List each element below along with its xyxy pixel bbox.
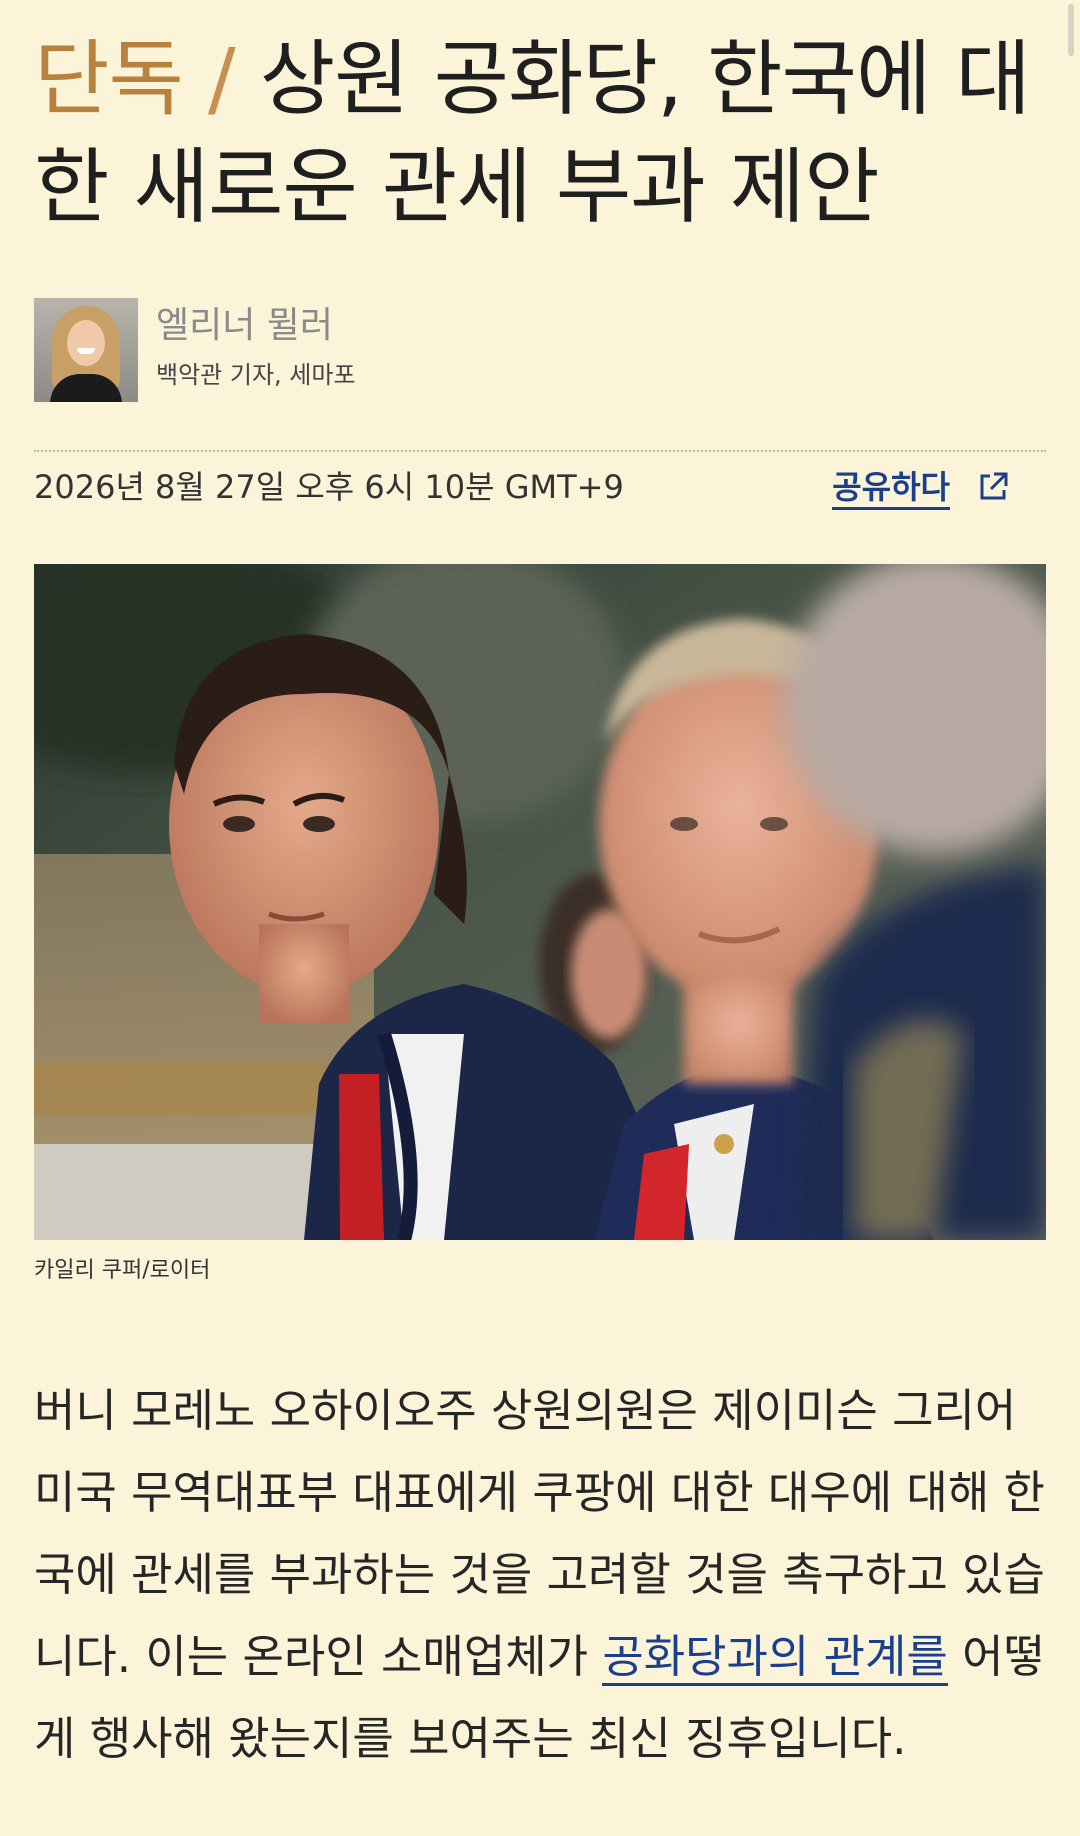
kicker-slash: / <box>207 32 236 127</box>
author-name[interactable]: 엘리너 뮐러 <box>156 302 356 350</box>
gop-relations-link[interactable]: 공화당과의 관계를 <box>602 1630 948 1686</box>
exclusive-kicker: 단독 <box>34 32 184 127</box>
divider <box>34 450 1046 452</box>
publish-datetime: 2026년 8월 27일 오후 6시 10분 GMT+9 <box>34 468 624 506</box>
author-role: 백악관 기자, 세마포 <box>156 361 356 389</box>
external-link-icon[interactable] <box>976 470 1010 504</box>
share-label[interactable]: 공유하다 <box>832 467 950 510</box>
headline-text: 상원 공화당, 한국에 대한 새로운 관세 부과 제안 <box>34 32 1031 235</box>
meta-row: 2026년 8월 27일 오후 6시 10분 GMT+9 공유하다 <box>34 462 1046 512</box>
photo-caption: 카일리 쿠퍼/로이터 <box>34 1258 211 1283</box>
article-headline: 단독 / 상원 공화당, 한국에 대한 새로운 관세 부과 제안 <box>34 26 1046 242</box>
byline-text: 엘리너 뮐러 백악관 기자, 세마포 <box>156 298 356 392</box>
scrollbar[interactable] <box>1068 4 1074 56</box>
article-page: 단독 / 상원 공화당, 한국에 대한 새로운 관세 부과 제안 엘리너 뮐러 … <box>34 0 1046 1765</box>
share-button[interactable]: 공유하다 <box>832 462 1010 512</box>
article-body-paragraph: 버니 모레노 오하이오주 상원의원은 제이미슨 그리어 미국 무역대표부 대표에… <box>34 1370 1046 1780</box>
article-photo[interactable] <box>34 564 1046 1240</box>
hearing-photo-illustration <box>34 564 1046 1240</box>
author-avatar[interactable] <box>34 298 138 402</box>
byline: 엘리너 뮐러 백악관 기자, 세마포 <box>34 298 356 402</box>
